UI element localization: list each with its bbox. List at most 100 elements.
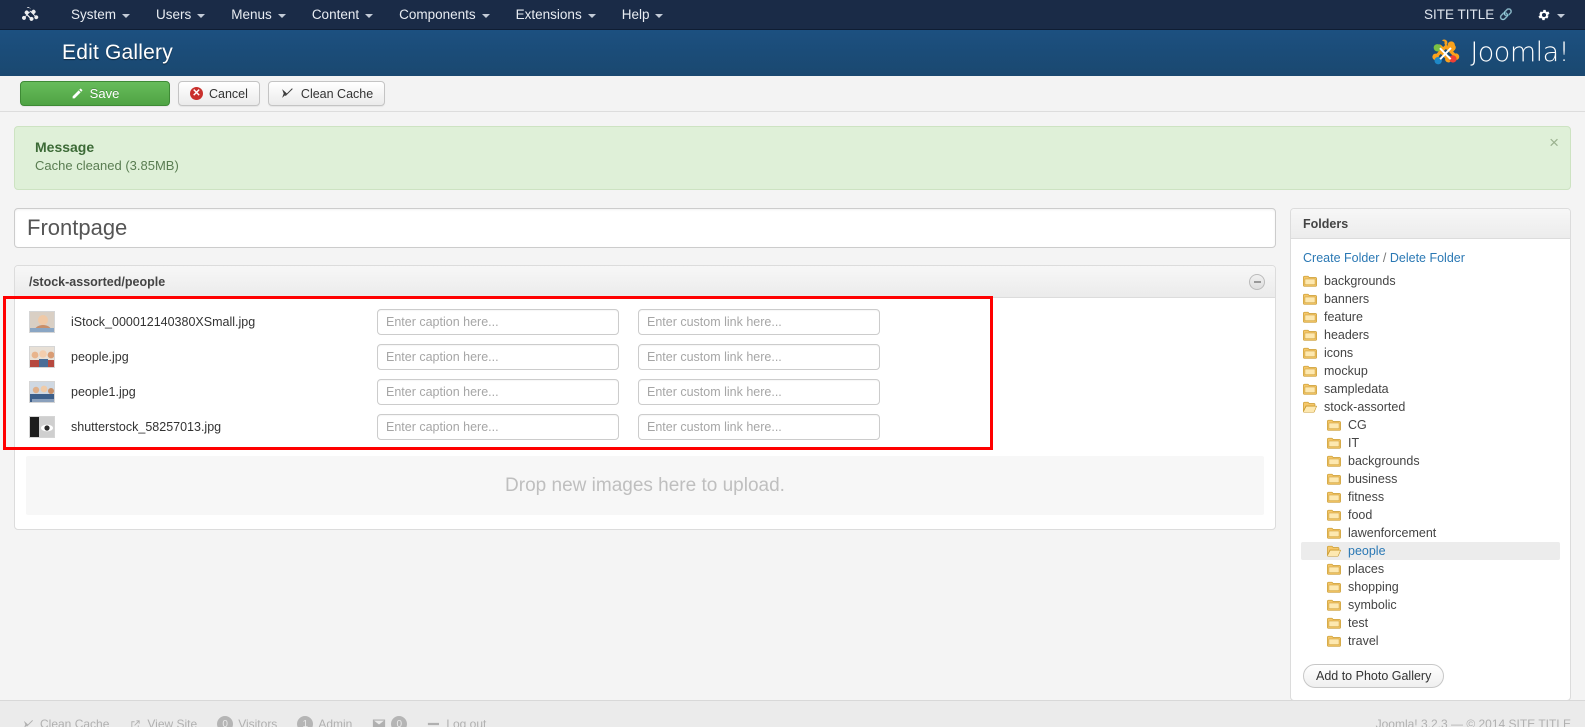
- folder-icon: [1303, 311, 1317, 323]
- folder-tree-item-label: people: [1348, 544, 1386, 558]
- folder-tree-item-sampledata[interactable]: sampledata: [1301, 380, 1560, 398]
- custom-link-input[interactable]: [638, 378, 880, 405]
- menu-extensions[interactable]: Extensions: [503, 0, 609, 30]
- menu-users[interactable]: Users: [143, 0, 218, 30]
- footer-visitors[interactable]: 0 Visitors: [217, 716, 277, 727]
- folder-tree-item-people[interactable]: people: [1301, 542, 1560, 560]
- folder-tree-item-travel[interactable]: travel: [1301, 632, 1560, 650]
- folder-tree-item-business[interactable]: business: [1301, 470, 1560, 488]
- table-row: people.jpg: [15, 339, 1275, 374]
- table-row: iStock_000012140380XSmall.jpg: [15, 304, 1275, 339]
- folder-tree-item-places[interactable]: places: [1301, 560, 1560, 578]
- folder-icon: [1327, 455, 1341, 467]
- chevron-down-icon: [365, 13, 374, 18]
- footer-admin[interactable]: 1 Admin: [297, 716, 352, 727]
- menu-extensions-label: Extensions: [515, 6, 582, 22]
- main-content: /stock-assorted/people: [0, 190, 1585, 701]
- broom-icon: [23, 719, 33, 727]
- folder-tree-item-backgrounds[interactable]: backgrounds: [1301, 272, 1560, 290]
- folder-tree-item-label: food: [1348, 508, 1373, 522]
- folder-tree-item-label: IT: [1348, 436, 1360, 450]
- delete-folder-link[interactable]: Delete Folder: [1390, 251, 1465, 265]
- folder-icon: [1303, 329, 1317, 341]
- cancel-button-label: Cancel: [209, 86, 248, 101]
- menu-menus[interactable]: Menus: [218, 0, 299, 30]
- image-thumbnail[interactable]: [29, 345, 55, 368]
- joomla-brand-logo: Joomla!: [1427, 36, 1575, 70]
- folder-tree-item-headers[interactable]: headers: [1301, 326, 1560, 344]
- image-thumbnail[interactable]: [29, 380, 55, 403]
- save-button[interactable]: Save: [20, 81, 170, 106]
- joomla-mark-icon: [1432, 39, 1460, 65]
- folder-tree-item-cg[interactable]: CG: [1301, 416, 1560, 434]
- admin-page: System Users Menus Content Components Ex…: [0, 0, 1585, 727]
- folder-tree: backgrounds banners feature headers icons moc…: [1301, 272, 1560, 650]
- menu-components[interactable]: Components: [386, 0, 503, 30]
- footer-view-site-label: View Site: [147, 717, 198, 727]
- folder-tree-item-label: CG: [1348, 418, 1367, 432]
- table-row: shutterstock_58257013.jpg: [15, 409, 1275, 444]
- add-to-photo-gallery-button[interactable]: Add to Photo Gallery: [1303, 664, 1445, 688]
- chevron-down-icon: [277, 13, 286, 18]
- image-thumbnail[interactable]: [29, 310, 55, 333]
- menu-content[interactable]: Content: [299, 0, 386, 30]
- create-folder-link[interactable]: Create Folder: [1303, 251, 1379, 265]
- folder-tree-item-label: backgrounds: [1324, 274, 1396, 288]
- caption-input[interactable]: [377, 308, 619, 335]
- image-rows-list: iStock_000012140380XSmall.jpg Enter capt…: [15, 298, 1275, 448]
- clean-cache-button-label: Clean Cache: [300, 86, 374, 101]
- folder-tree-item-food[interactable]: food: [1301, 506, 1560, 524]
- folder-tree-item-label: travel: [1348, 634, 1379, 648]
- close-icon[interactable]: ×: [1549, 134, 1559, 151]
- folder-tree-item-stock-assorted[interactable]: stock-assorted: [1301, 398, 1560, 416]
- menu-help[interactable]: Help: [609, 0, 677, 30]
- visitors-count-badge: 0: [217, 716, 234, 727]
- footer-logout[interactable]: Log out: [427, 717, 486, 727]
- collapse-icon[interactable]: [1249, 273, 1265, 290]
- image-thumbnail[interactable]: [29, 415, 55, 438]
- cancel-button[interactable]: ✕ Cancel: [178, 81, 260, 106]
- custom-link-input[interactable]: [638, 308, 880, 335]
- folder-tree-item-fitness[interactable]: fitness: [1301, 488, 1560, 506]
- chevron-down-icon: [481, 13, 490, 18]
- folder-tree-item-shopping[interactable]: shopping: [1301, 578, 1560, 596]
- footer-clean-cache[interactable]: Clean Cache: [22, 717, 109, 727]
- folder-icon: [1327, 473, 1341, 485]
- custom-link-input[interactable]: [638, 343, 880, 370]
- cancel-icon: ✕: [190, 87, 203, 100]
- menu-components-label: Components: [399, 6, 476, 22]
- folder-tree-item-label: stock-assorted: [1324, 400, 1406, 414]
- footer-messages[interactable]: 0: [372, 716, 408, 727]
- gallery-images-panel: /stock-assorted/people iStock_0000121403…: [14, 265, 1276, 530]
- clean-cache-button[interactable]: Clean Cache: [267, 81, 386, 106]
- folder-tree-item-mockup[interactable]: mockup: [1301, 362, 1560, 380]
- gallery-title-input[interactable]: [14, 208, 1276, 248]
- footer-logout-label: Log out: [446, 717, 487, 727]
- message-body: Cache cleaned (3.85MB): [35, 158, 179, 173]
- folder-tree-item-label: places: [1348, 562, 1385, 576]
- upload-dropzone[interactable]: Drop new images here to upload.: [26, 456, 1264, 515]
- caption-input[interactable]: [377, 343, 619, 370]
- site-title-link[interactable]: SITE TITLE 🔗: [1412, 0, 1525, 30]
- footer-admin-label: Admin: [318, 717, 353, 727]
- folder-icon: [1303, 365, 1317, 377]
- folder-tree-item-symbolic[interactable]: symbolic: [1301, 596, 1560, 614]
- menu-system[interactable]: System: [58, 0, 143, 30]
- folder-tree-item-it[interactable]: IT: [1301, 434, 1560, 452]
- folder-icon: [1327, 491, 1341, 503]
- folder-tree-item-icons[interactable]: icons: [1301, 344, 1560, 362]
- folder-path-label: /stock-assorted/people: [29, 274, 166, 289]
- custom-link-input[interactable]: [638, 413, 880, 440]
- folder-tree-item-test[interactable]: test: [1301, 614, 1560, 632]
- caption-input[interactable]: [377, 413, 619, 440]
- caption-input[interactable]: [377, 378, 619, 405]
- folder-tree-item-label: fitness: [1348, 490, 1385, 504]
- joomla-logo-icon[interactable]: [18, 4, 40, 26]
- admin-settings-menu[interactable]: [1525, 0, 1575, 30]
- folder-tree-item-backgrounds[interactable]: backgrounds: [1301, 452, 1560, 470]
- folder-tree-item-banners[interactable]: banners: [1301, 290, 1560, 308]
- footer-view-site[interactable]: View Site: [129, 717, 197, 727]
- folder-tree-item-feature[interactable]: feature: [1301, 308, 1560, 326]
- folder-tree-item-lawenforcement[interactable]: lawenforcement: [1301, 524, 1560, 542]
- status-bar: Clean Cache View Site 0 Visitors 1 Admin…: [0, 700, 1585, 727]
